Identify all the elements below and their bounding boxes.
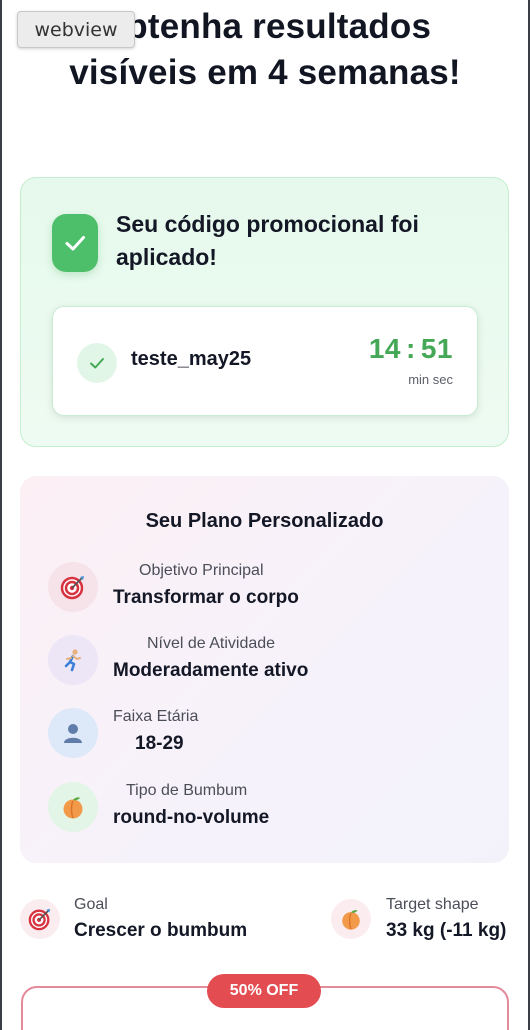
webview-label: webview bbox=[17, 11, 135, 48]
promo-code-card: Seu código promocional foi aplicado! tes… bbox=[20, 177, 509, 447]
plan-item-label: Faixa Etária bbox=[113, 708, 199, 725]
plan-item-value: 18-29 bbox=[135, 733, 184, 754]
person-icon bbox=[48, 708, 98, 758]
target-shape-label: Target shape bbox=[386, 896, 479, 913]
target-shape-value: 33 kg (-11 kg) bbox=[386, 920, 507, 941]
check-icon bbox=[77, 343, 117, 383]
countdown-timer: 14:51 bbox=[369, 333, 453, 365]
plan-item-butt-type: Tipo de Bumbum round-no-volume bbox=[48, 782, 488, 832]
promo-code-text: teste_may25 bbox=[131, 348, 252, 370]
plan-item-objective: Objetivo Principal Transformar o corpo bbox=[48, 562, 488, 612]
target-shape-summary: Target shape 33 kg (-11 kg) bbox=[331, 895, 521, 945]
target-icon bbox=[48, 562, 98, 612]
discount-badge: 50% OFF bbox=[207, 974, 321, 1008]
goal-value: Crescer o bumbum bbox=[74, 920, 248, 941]
plan-item-label: Nível de Atividade bbox=[147, 635, 276, 652]
target-icon bbox=[20, 899, 60, 939]
goal-label: Goal bbox=[74, 896, 108, 913]
plan-item-value: Transformar o corpo bbox=[113, 587, 299, 608]
timer-minutes: 14 bbox=[368, 333, 402, 364]
goal-summary: Goal Crescer o bumbum bbox=[20, 895, 300, 945]
plan-item-activity: Nível de Atividade Moderadamente ativo bbox=[48, 635, 488, 685]
plan-item-label: Tipo de Bumbum bbox=[126, 782, 248, 799]
peach-icon bbox=[48, 782, 98, 832]
timer-separator: : bbox=[406, 333, 416, 364]
plan-item-value: round-no-volume bbox=[113, 807, 270, 828]
personal-plan-card: Seu Plano Personalizado Objetivo Princip… bbox=[20, 476, 509, 863]
timer-units: min sec bbox=[408, 372, 453, 387]
plan-item-label: Objetivo Principal bbox=[139, 562, 264, 579]
plan-title: Seu Plano Personalizado bbox=[145, 510, 384, 532]
plan-item-value: Moderadamente ativo bbox=[113, 660, 309, 681]
promo-code-box: teste_may25 14:51 min sec bbox=[52, 306, 478, 416]
promo-applied-title: Seu código promocional foi aplicado! bbox=[116, 211, 419, 270]
timer-seconds: 51 bbox=[420, 333, 453, 364]
window-frame-left bbox=[0, 0, 2, 1030]
plan-item-age: Faixa Etária 18-29 bbox=[48, 708, 488, 758]
peach-icon bbox=[331, 899, 371, 939]
check-badge-icon bbox=[52, 214, 98, 272]
runner-icon bbox=[48, 635, 98, 685]
